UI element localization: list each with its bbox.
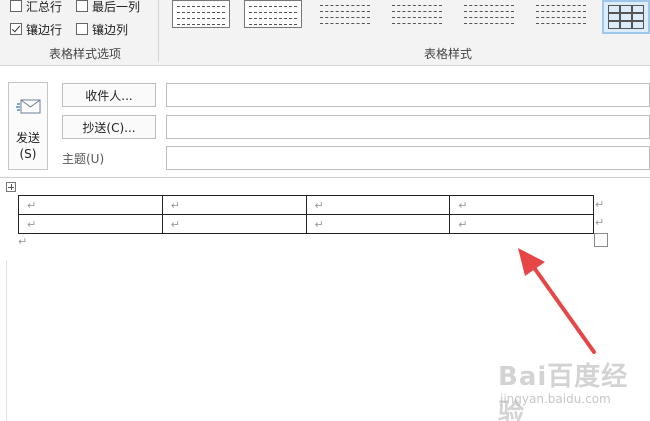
watermark-logo: Bai百度经验: [498, 362, 629, 421]
watermark-url: jingyan.baidu.com: [500, 392, 611, 406]
baidu-watermark: Bai百度经验 jingyan.baidu.com: [498, 356, 648, 421]
annotation-arrow-head: [518, 248, 545, 276]
annotation-arrow-shaft: [528, 260, 596, 354]
